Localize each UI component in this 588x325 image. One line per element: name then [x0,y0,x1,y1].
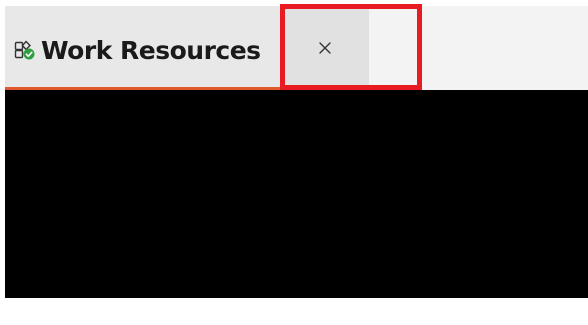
tab-work-resources[interactable]: Work Resources [5,6,369,90]
tab-title: Work Resources [41,36,261,65]
tab-close-button[interactable] [281,6,369,90]
tab-strip: Work Resources [5,6,588,90]
close-icon [318,41,332,55]
workspace-check-icon [14,39,36,61]
screen: Work Resources [0,0,588,325]
content-area [5,90,588,298]
